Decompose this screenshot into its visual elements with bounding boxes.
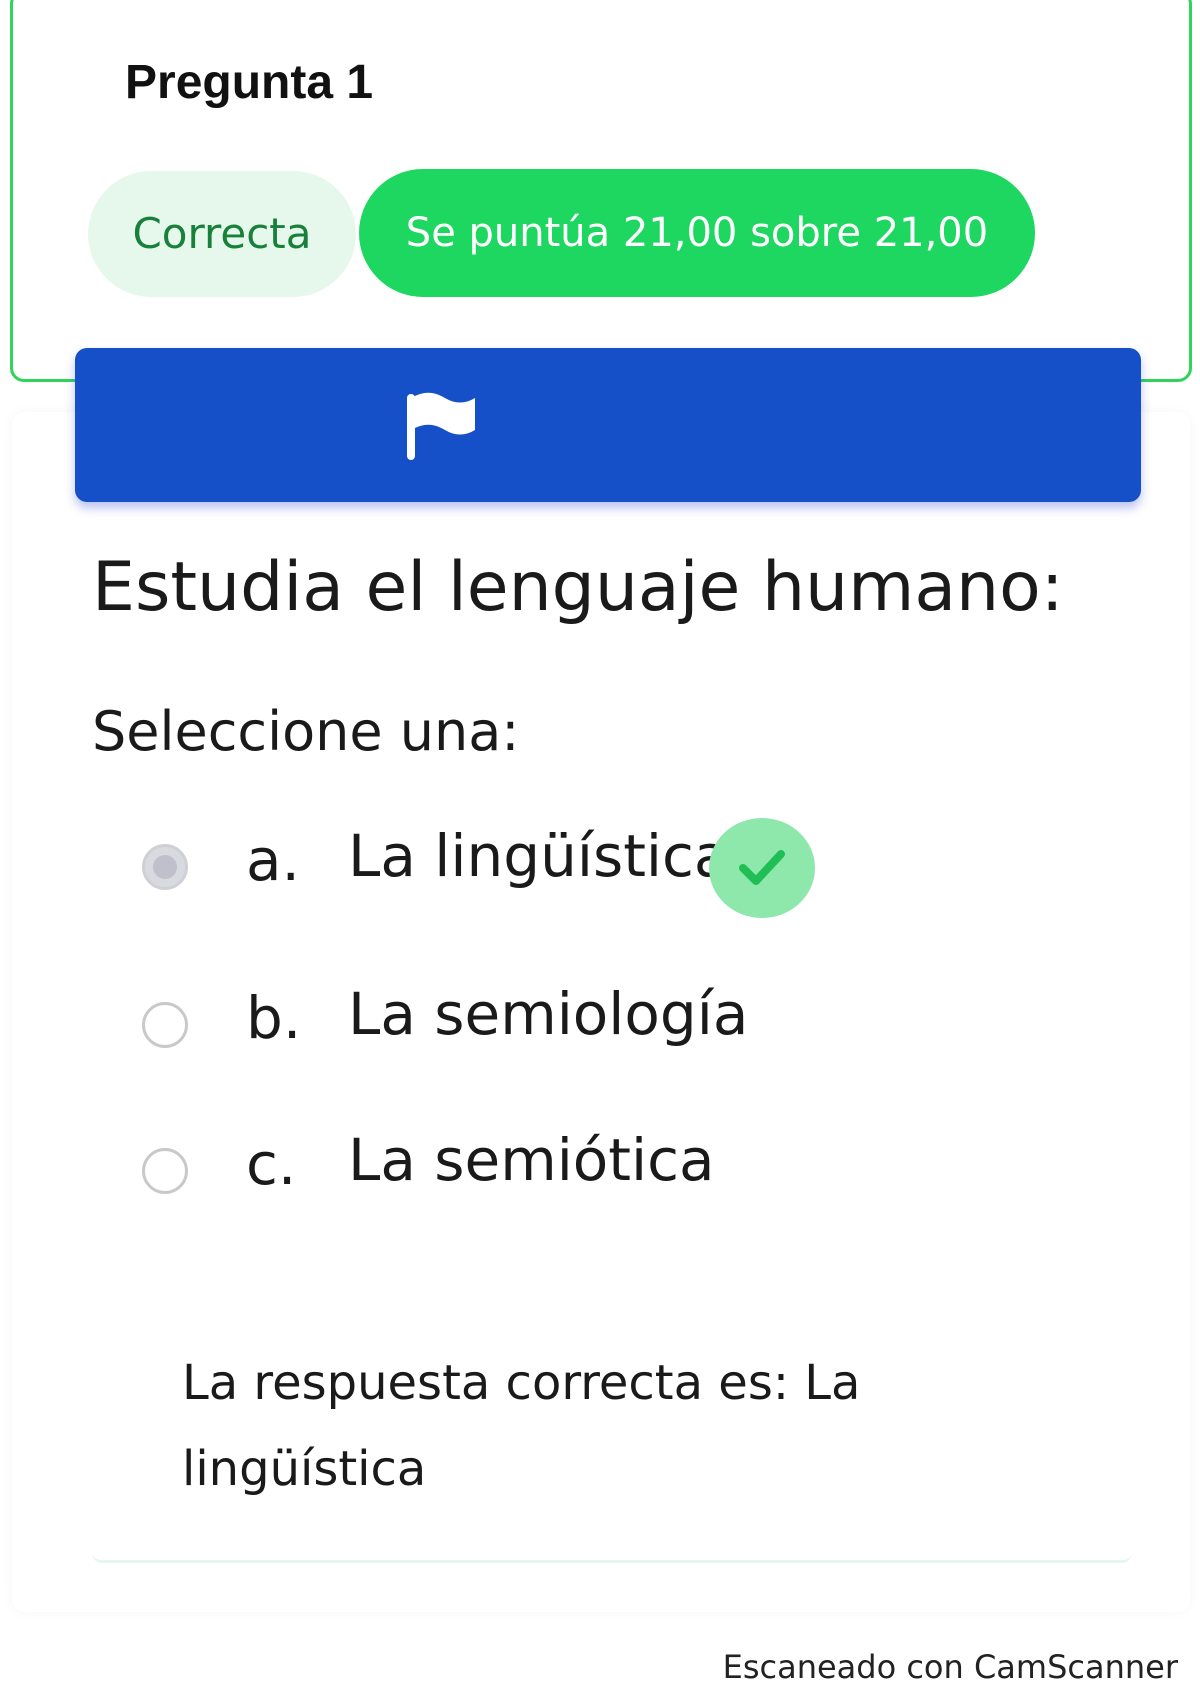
radio-option-a[interactable]: [142, 844, 188, 890]
option-letter: b.: [246, 984, 302, 1052]
correct-answer-text: La respuesta correcta es: La lingüística: [182, 1355, 861, 1497]
option-label: La semiótica: [348, 1126, 715, 1194]
option-letter: a.: [246, 826, 300, 894]
status-badge: Correcta: [88, 171, 356, 297]
scanner-watermark: Escaneado con CamScanner: [722, 1648, 1178, 1686]
option-label: La lingüística: [348, 822, 730, 890]
question-header-card: Pregunta 1 Correcta Se puntúa 21,00 sobr…: [10, 0, 1192, 382]
option-c[interactable]: c. La semiótica: [142, 1122, 902, 1222]
feedback-box: La respuesta correcta es: La lingüística: [92, 1320, 1132, 1563]
radio-option-b[interactable]: [142, 1002, 188, 1048]
radio-option-c[interactable]: [142, 1148, 188, 1194]
question-text: Estudia el lenguaje humano:: [92, 548, 1064, 627]
score-badge: Se puntúa 21,00 sobre 21,00: [359, 169, 1035, 297]
answer-prompt: Seleccione una:: [92, 700, 520, 763]
question-number: Pregunta 1: [125, 56, 374, 109]
flag-question-button[interactable]: [75, 348, 1141, 502]
correct-check-icon: [709, 818, 815, 918]
option-b[interactable]: b. La semiología: [142, 976, 902, 1076]
option-label: La semiología: [348, 980, 749, 1048]
flag-icon: [407, 392, 475, 460]
page: Pregunta 1 Correcta Se puntúa 21,00 sobr…: [0, 0, 1200, 1698]
option-letter: c.: [246, 1130, 297, 1198]
option-a[interactable]: a. La lingüística: [142, 818, 902, 918]
